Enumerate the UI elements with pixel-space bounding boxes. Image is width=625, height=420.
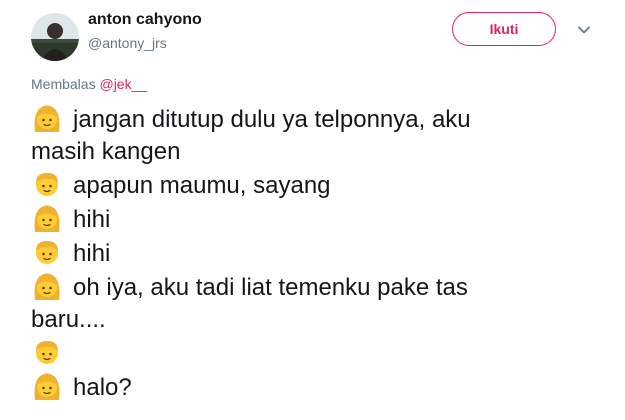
tweet-line: [31, 336, 591, 370]
tweet-line-text: apapun maumu, sayang: [73, 172, 331, 199]
tweet-line: hihi: [31, 236, 591, 270]
follow-button[interactable]: Ikuti: [452, 12, 556, 46]
tweet-line-text: hihi: [73, 240, 111, 267]
reply-context: Membalas @jek__: [31, 76, 147, 92]
tweet-line-text: hihi: [73, 206, 111, 233]
tweet-line-text: masih kangen: [31, 138, 181, 165]
tweet-line: halo?: [31, 370, 591, 404]
tweet-line: masih kangen: [31, 136, 591, 168]
girl-emoji-icon: [31, 202, 63, 234]
tweet-line: jangan ditutup dulu ya telponnya, aku: [31, 102, 591, 136]
tweet-line: baru....: [31, 304, 591, 336]
avatar[interactable]: [31, 13, 79, 61]
tweet-line: oh iya, aku tadi liat temenku pake tas: [31, 270, 591, 304]
reply-mention-link[interactable]: @jek__: [99, 76, 147, 92]
chevron-down-icon[interactable]: [576, 22, 592, 38]
tweet-line-text: oh iya, aku tadi liat temenku pake tas: [73, 274, 468, 301]
girl-emoji-icon: [31, 370, 63, 402]
boy-emoji-icon: [31, 168, 63, 200]
girl-emoji-icon: [31, 270, 63, 302]
tweet-line-text: jangan ditutup dulu ya telponnya, aku: [73, 106, 471, 133]
tweet-line: apapun maumu, sayang: [31, 168, 591, 202]
tweet-line: hihi: [31, 202, 591, 236]
boy-emoji-icon: [31, 236, 63, 268]
tweet-text: jangan ditutup dulu ya telponnya, aku mas…: [31, 102, 591, 404]
girl-emoji-icon: [31, 102, 63, 134]
reply-prefix: Membalas: [31, 76, 96, 92]
tweet-line-text: baru....: [31, 306, 106, 333]
user-display-name[interactable]: anton cahyono: [88, 11, 202, 29]
tweet-line-text: halo?: [73, 374, 132, 401]
user-handle[interactable]: @antony_jrs: [88, 35, 167, 51]
boy-emoji-icon: [31, 336, 63, 368]
